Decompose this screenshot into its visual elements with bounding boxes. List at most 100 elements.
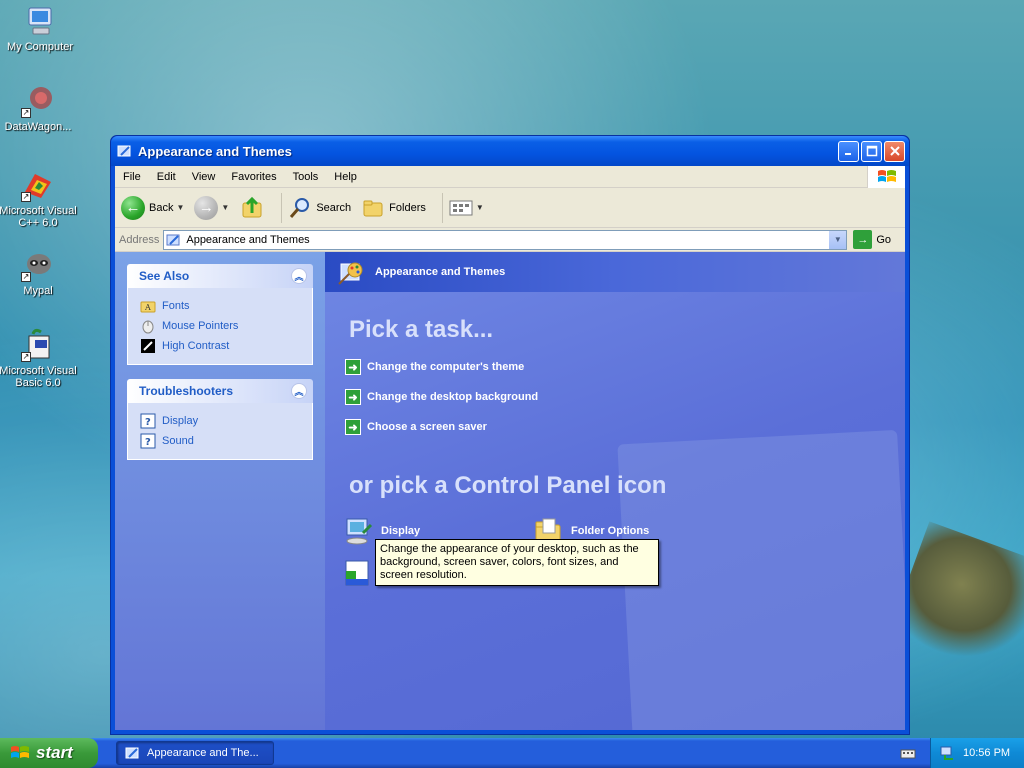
svg-text:A: A — [144, 303, 151, 312]
search-button[interactable]: Search — [288, 196, 351, 220]
menu-bar: File Edit View Favorites Tools Help — [115, 166, 905, 188]
shortcut-arrow-icon: ↗ — [21, 272, 31, 282]
display-tooltip: Change the appearance of your desktop, s… — [375, 539, 659, 586]
desktop-icon-visual-cpp[interactable]: ↗ Microsoft Visual C++ 6.0 — [0, 168, 78, 229]
desktop-icon-visual-basic[interactable]: ↗ Microsoft Visual Basic 6.0 — [0, 328, 78, 389]
task-label: Choose a screen saver — [367, 421, 487, 433]
desktop-icon-mypal[interactable]: ↗ Mypal — [0, 248, 78, 297]
window-title: Appearance and Themes — [138, 143, 292, 159]
views-dropdown-icon: ▼ — [475, 203, 484, 212]
menu-view[interactable]: View — [184, 171, 224, 183]
network-icon[interactable] — [939, 745, 955, 761]
arrow-right-icon: ➜ — [345, 419, 361, 435]
troubleshooters-title: Troubleshooters — [139, 384, 234, 398]
task-change-theme[interactable]: ➜ Change the computer's theme — [345, 359, 524, 375]
minimize-icon — [844, 153, 851, 155]
taskbar-item-label: Appearance and The... — [147, 747, 259, 759]
close-button[interactable] — [884, 140, 905, 162]
link-label: Fonts — [162, 300, 190, 312]
help-icon: ? — [140, 433, 156, 449]
forward-dropdown-icon[interactable]: ▼ — [221, 203, 229, 212]
menu-favorites[interactable]: Favorites — [223, 171, 284, 183]
link-high-contrast[interactable]: High Contrast — [140, 336, 300, 356]
control-panel-icon — [166, 234, 180, 245]
visual-cpp-icon: ↗ — [21, 168, 55, 202]
high-contrast-icon — [141, 339, 155, 353]
menu-help[interactable]: Help — [326, 171, 365, 183]
maximize-button[interactable] — [861, 140, 882, 162]
go-button[interactable]: → Go — [853, 230, 891, 249]
cp-icon-label: Display — [381, 525, 421, 537]
see-also-header[interactable]: See Also ︽ — [127, 264, 313, 288]
display-icon — [346, 518, 373, 545]
address-bar: Address Appearance and Themes ▼ → Go — [115, 228, 905, 252]
menu-file[interactable]: File — [115, 171, 149, 183]
desktop-icon-label: Mypal — [23, 285, 53, 297]
back-dropdown-icon[interactable]: ▼ — [176, 203, 184, 212]
link-label: Display — [162, 415, 199, 427]
shortcut-arrow-icon: ↗ — [21, 192, 31, 202]
search-icon — [290, 197, 310, 218]
menu-edit[interactable]: Edit — [149, 171, 184, 183]
link-mouse-pointers[interactable]: Mouse Pointers — [140, 316, 300, 336]
main-pane: Appearance and Themes Pick a task... ➜ C… — [325, 252, 905, 730]
link-display-troubleshooter[interactable]: ? Display — [140, 411, 300, 431]
link-sound-troubleshooter[interactable]: ? Sound — [140, 431, 300, 451]
go-label: Go — [876, 233, 891, 246]
minimize-button[interactable] — [838, 140, 859, 162]
task-change-background[interactable]: ➜ Change the desktop background — [345, 389, 538, 405]
link-label: Sound — [162, 435, 194, 447]
window-titlebar[interactable]: Appearance and Themes — [111, 136, 909, 166]
forward-button[interactable]: → ▼ — [194, 195, 229, 220]
folders-icon — [363, 200, 383, 216]
task-label: Change the desktop background — [367, 391, 539, 403]
up-button[interactable] — [239, 195, 265, 221]
arrow-right-icon: ➜ — [345, 359, 361, 375]
task-pane: See Also ︽ A Fonts Mouse Pointers High C… — [115, 252, 325, 730]
start-button[interactable]: start — [0, 738, 98, 768]
main-header: Appearance and Themes — [325, 252, 905, 292]
troubleshooters-body: ? Display ? Sound — [127, 403, 313, 460]
back-arrow-icon: ← — [121, 195, 145, 220]
desktop-icon-label: My Computer — [6, 41, 74, 53]
fonts-folder-icon: A — [140, 301, 156, 313]
help-icon: ? — [140, 413, 156, 429]
main-header-title: Appearance and Themes — [375, 266, 506, 278]
address-field[interactable]: Appearance and Themes ▼ — [163, 229, 848, 250]
maximize-icon — [866, 145, 877, 157]
troubleshooters-panel: Troubleshooters ︽ ? Display ? Sound — [127, 379, 313, 460]
link-fonts[interactable]: A Fonts — [140, 296, 300, 316]
collapse-chevron-icon[interactable]: ︽ — [291, 268, 307, 284]
control-panel-icon — [117, 145, 131, 157]
address-value: Appearance and Themes — [186, 233, 310, 246]
windows-logo-icon — [867, 166, 905, 188]
cp-icon-label: Folder Options — [571, 525, 650, 537]
svg-text:?: ? — [145, 417, 151, 428]
desktop-icon-label: DataWagon... — [4, 121, 72, 133]
see-also-title: See Also — [139, 269, 190, 283]
pick-icon-heading: or pick a Control Panel icon — [349, 472, 667, 499]
back-button[interactable]: ← Back ▼ — [121, 195, 184, 220]
folder-up-icon — [242, 196, 262, 217]
system-tray: 10:56 PM — [930, 738, 1024, 768]
explorer-window: Appearance and Themes File Edit View Fav… — [110, 135, 910, 735]
task-screen-saver[interactable]: ➜ Choose a screen saver — [345, 419, 487, 435]
folders-button[interactable]: Folders — [361, 196, 426, 220]
control-panel-icon — [125, 747, 139, 759]
troubleshooters-header[interactable]: Troubleshooters ︽ — [127, 379, 313, 403]
desktop-icon-my-computer[interactable]: My Computer — [0, 4, 80, 53]
keyboard-icon[interactable] — [900, 745, 916, 761]
clock[interactable]: 10:56 PM — [963, 747, 1010, 759]
taskbar-item-appearance[interactable]: Appearance and The... — [116, 741, 274, 765]
toolbar-separator — [441, 192, 443, 223]
views-button[interactable]: ▼ — [449, 198, 484, 218]
address-dropdown-button[interactable]: ▼ — [829, 230, 847, 249]
toolbar-separator — [281, 192, 283, 223]
desktop-icon-datawagon[interactable]: ↗ DataWagon... — [0, 84, 78, 133]
collapse-chevron-icon[interactable]: ︽ — [291, 383, 307, 399]
datawagon-icon: ↗ — [21, 84, 55, 118]
menu-tools[interactable]: Tools — [285, 171, 327, 183]
start-label: start — [36, 743, 73, 762]
taskbar-start-menu-icon — [345, 560, 369, 586]
pick-task-heading: Pick a task... — [349, 316, 494, 343]
